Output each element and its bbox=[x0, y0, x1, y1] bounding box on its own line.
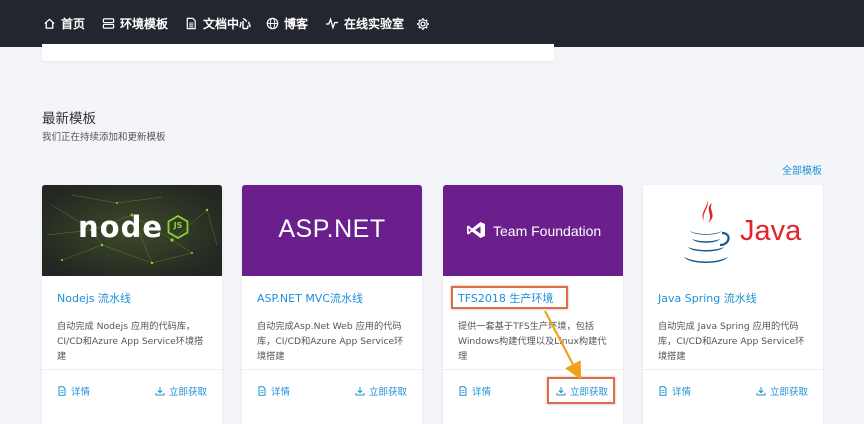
settings-button[interactable] bbox=[416, 0, 430, 47]
details-label: 详情 bbox=[672, 387, 692, 398]
get-button-highlight-box bbox=[547, 377, 615, 404]
js-badge-text: JS bbox=[173, 221, 183, 230]
section-title: 最新模板 bbox=[42, 111, 96, 127]
details-label: 详情 bbox=[271, 387, 291, 398]
nav-item-docs[interactable]: 文档中心 bbox=[184, 0, 251, 47]
download-icon bbox=[355, 386, 365, 396]
details-label: 详情 bbox=[472, 387, 492, 398]
document-icon bbox=[458, 386, 468, 396]
card-title[interactable]: Nodejs 流水线 bbox=[57, 290, 131, 306]
section-subtitle: 我们正在持续添加和更新模板 bbox=[42, 132, 166, 143]
get-now-label: 立即获取 bbox=[769, 387, 808, 398]
js-hexagon-icon: JS bbox=[167, 214, 189, 240]
nav-item-templates[interactable]: 环境模板 bbox=[101, 0, 168, 47]
server-icon bbox=[101, 17, 115, 31]
details-link[interactable]: 详情 bbox=[57, 384, 90, 398]
document-icon bbox=[184, 17, 198, 31]
nodejs-logo-text: node bbox=[78, 210, 163, 244]
card-title[interactable]: ASP.NET MVC流水线 bbox=[257, 290, 363, 306]
home-icon bbox=[42, 17, 56, 31]
details-link[interactable]: 详情 bbox=[257, 384, 290, 398]
java-logo-text: Java bbox=[740, 215, 802, 247]
title-highlight-box bbox=[451, 286, 568, 309]
card-divider bbox=[443, 369, 623, 370]
nav-item-label: 博客 bbox=[284, 17, 309, 31]
card-description: 自动完成 Nodejs 应用的代码库，CI/CD和Azure App Servi… bbox=[57, 321, 204, 362]
get-now-label: 立即获取 bbox=[368, 387, 407, 398]
nav-item-label: 首页 bbox=[61, 17, 86, 31]
java-cup-icon bbox=[680, 193, 732, 269]
visual-studio-icon bbox=[466, 221, 486, 239]
aspnet-logo-text: ASP.NET bbox=[278, 215, 386, 243]
nav-item-label: 环境模板 bbox=[120, 17, 169, 31]
document-icon bbox=[257, 386, 267, 396]
card-description: 自动完成 Java Spring 应用的代码库，CI/CD和Azure App … bbox=[658, 321, 805, 362]
top-panel bbox=[42, 44, 554, 61]
all-templates-link[interactable]: 全部模板 bbox=[782, 162, 822, 177]
nav-item-home[interactable]: 首页 bbox=[42, 0, 85, 47]
document-icon bbox=[57, 386, 67, 396]
card-title[interactable]: Java Spring 流水线 bbox=[658, 290, 757, 306]
tfs-logo-text: Team Foundation bbox=[493, 223, 602, 239]
nav-item-label: 在线实验室 bbox=[344, 17, 405, 31]
card-description: 自动完成Asp.Net Web 应用的代码库，CI/CD和Azure App S… bbox=[257, 321, 404, 362]
nodejs-banner[interactable]: node JS bbox=[42, 185, 222, 276]
template-card-java: Java Java Spring 流水线 自动完成 Java Spring 应用… bbox=[643, 185, 823, 424]
gear-icon bbox=[416, 17, 430, 31]
nodejs-logo: node JS bbox=[78, 212, 189, 242]
nav-item-lab[interactable]: 在线实验室 bbox=[325, 0, 404, 47]
get-now-label: 立即获取 bbox=[168, 387, 207, 398]
details-label: 详情 bbox=[71, 387, 91, 398]
card-description: 提供一套基于TFS生产环境，包括Windows构建代理以及Linux构建代理 bbox=[458, 321, 607, 362]
get-now-button[interactable]: 立即获取 bbox=[355, 384, 407, 398]
nav-item-blog[interactable]: 博客 bbox=[265, 0, 308, 47]
get-now-button[interactable]: 立即获取 bbox=[756, 384, 808, 398]
document-icon bbox=[658, 386, 668, 396]
card-divider bbox=[242, 369, 422, 370]
aspnet-banner[interactable]: ASP.NET bbox=[242, 185, 422, 276]
card-divider bbox=[42, 369, 222, 370]
tfs-banner[interactable]: Team Foundation bbox=[443, 185, 623, 276]
top-navbar: 首页 环境模板 文档中心 博客 在线实验室 bbox=[0, 0, 864, 47]
globe-icon bbox=[265, 17, 279, 31]
template-card-aspnet: ASP.NET ASP.NET MVC流水线 自动完成Asp.Net Web 应… bbox=[242, 185, 422, 424]
details-link[interactable]: 详情 bbox=[658, 384, 691, 398]
pulse-icon bbox=[325, 17, 339, 31]
card-divider bbox=[643, 369, 823, 370]
java-banner[interactable]: Java bbox=[643, 185, 823, 276]
download-icon bbox=[155, 386, 165, 396]
download-icon bbox=[756, 386, 766, 396]
nav-item-label: 文档中心 bbox=[203, 17, 252, 31]
template-card-nodejs: node JS Nodejs 流水线 自动完成 Nodejs 应用的代码库，CI… bbox=[42, 185, 222, 424]
get-now-button[interactable]: 立即获取 bbox=[155, 384, 207, 398]
details-link[interactable]: 详情 bbox=[458, 384, 491, 398]
